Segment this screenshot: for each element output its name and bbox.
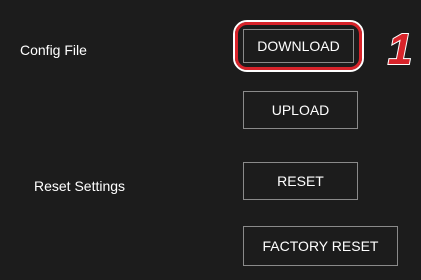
download-button[interactable]: DOWNLOAD xyxy=(243,29,354,63)
factory-reset-button[interactable]: FACTORY RESET xyxy=(243,226,398,266)
step-number-text: 1 xyxy=(388,25,412,72)
upload-button[interactable]: UPLOAD xyxy=(243,91,358,129)
reset-button[interactable]: RESET xyxy=(243,162,358,200)
config-file-label: Config File xyxy=(20,42,87,58)
settings-panel: Config File DOWNLOAD 1 UPLOAD Reset Sett… xyxy=(0,0,421,280)
step-number-callout: 1 xyxy=(387,24,413,72)
reset-settings-label: Reset Settings xyxy=(34,178,126,194)
